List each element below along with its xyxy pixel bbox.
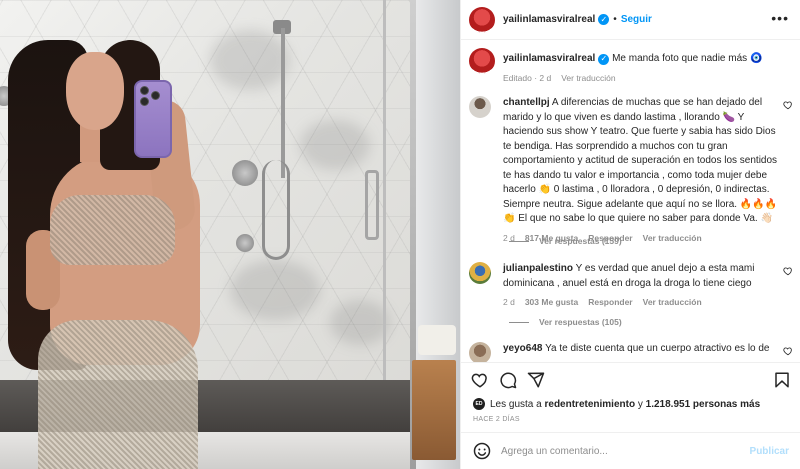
- shower-hose: [262, 160, 290, 260]
- emoji-icon[interactable]: [473, 442, 491, 460]
- heart-icon[interactable]: [783, 346, 793, 356]
- view-replies-label: Ver respuestas (105): [539, 317, 622, 327]
- person: [0, 0, 240, 469]
- action-bar: [461, 362, 800, 398]
- replies-line: [509, 321, 529, 323]
- marble-vein: [230, 260, 320, 320]
- comment-icon[interactable]: [499, 371, 517, 389]
- reply-button[interactable]: Responder: [588, 295, 632, 310]
- see-translation-link[interactable]: Ver traducción: [643, 231, 702, 246]
- likes-summary: ED Les gusta a redentretenimiento y 1.21…: [473, 398, 760, 410]
- camera-lens: [140, 97, 149, 106]
- post-header: yailinlamasviralreal ✓ • Seguir •••: [461, 0, 800, 40]
- comment-composer: Publicar: [461, 432, 800, 469]
- liker-avatar[interactable]: ED: [473, 398, 485, 410]
- comment-age: 2 d: [503, 297, 515, 307]
- avatar[interactable]: [469, 6, 495, 33]
- caption-username[interactable]: yailinlamasviralreal: [503, 53, 595, 64]
- marble-vein: [300, 120, 370, 170]
- glass-frame: [383, 0, 386, 440]
- comment-username[interactable]: chantellpj: [503, 97, 550, 108]
- separator-dot: •: [613, 14, 617, 25]
- comment-username[interactable]: julianpalestino: [503, 263, 573, 274]
- post-image[interactable]: [0, 0, 460, 469]
- save-bookmark-icon[interactable]: [773, 371, 791, 389]
- liker-username[interactable]: redentretenimiento: [545, 399, 636, 410]
- mesh-top: [50, 195, 175, 265]
- view-replies-label: Ver respuestas (159): [539, 236, 622, 246]
- comment-likes[interactable]: 303 Me gusta: [525, 295, 578, 310]
- comment-avatar[interactable]: [469, 342, 491, 362]
- verified-icon: ✓: [598, 14, 610, 25]
- follow-button[interactable]: Seguir: [621, 14, 652, 25]
- replies-line: [509, 240, 529, 242]
- towel: [418, 325, 456, 355]
- face: [66, 52, 124, 130]
- camera-lens: [140, 86, 149, 95]
- heart-icon[interactable]: [783, 100, 793, 110]
- likes-prefix: Les gusta a: [490, 398, 542, 410]
- comment-avatar[interactable]: [469, 96, 491, 118]
- mesh-skirt: [38, 320, 198, 469]
- comment-input[interactable]: [501, 445, 741, 457]
- post-date: HACE 2 DÍAS: [473, 416, 520, 423]
- header-username[interactable]: yailinlamasviralreal: [503, 14, 595, 25]
- comment-text: Ya te diste cuenta que un cuerpo atracti…: [545, 343, 770, 354]
- caption-text: Me manda foto que nadie más 🧿: [612, 53, 763, 64]
- phone: [134, 80, 172, 158]
- likes-count[interactable]: 1.218.951 personas más: [646, 399, 761, 410]
- view-replies-button[interactable]: Ver respuestas (105): [509, 317, 622, 327]
- publish-button[interactable]: Publicar: [750, 446, 789, 457]
- wooden-stool: [412, 360, 456, 460]
- see-translation-link[interactable]: Ver traducción: [643, 295, 702, 310]
- comment-avatar[interactable]: [469, 262, 491, 284]
- likes-and: y: [637, 398, 643, 410]
- more-options-icon[interactable]: •••: [771, 11, 789, 25]
- camera-lens: [151, 91, 160, 100]
- caption-meta: Editado · 2 d Ver traducción: [503, 71, 783, 86]
- shower-pipe: [281, 28, 285, 178]
- door-handle: [365, 170, 379, 240]
- comment-meta: 2 d 303 Me gusta Responder Ver traducció…: [503, 295, 783, 310]
- post-panel: yailinlamasviralreal ✓ • Seguir ••• yail…: [460, 0, 800, 469]
- view-replies-button[interactable]: Ver respuestas (159): [509, 236, 622, 246]
- share-icon[interactable]: [527, 371, 545, 389]
- heart-icon[interactable]: [783, 266, 793, 276]
- caption-avatar[interactable]: [469, 48, 495, 74]
- caption-edited: Editado · 2 d: [503, 72, 552, 83]
- comment-username[interactable]: yeyo648: [503, 343, 542, 354]
- like-heart-icon[interactable]: [471, 371, 489, 389]
- see-translation-link[interactable]: Ver traducción: [561, 71, 615, 86]
- comment-text: A diferencias de muchas que se han dejad…: [503, 97, 778, 224]
- comments-list[interactable]: yailinlamasviralreal ✓ Me manda foto que …: [461, 40, 800, 362]
- marble-vein: [330, 300, 390, 345]
- verified-icon: ✓: [598, 53, 610, 65]
